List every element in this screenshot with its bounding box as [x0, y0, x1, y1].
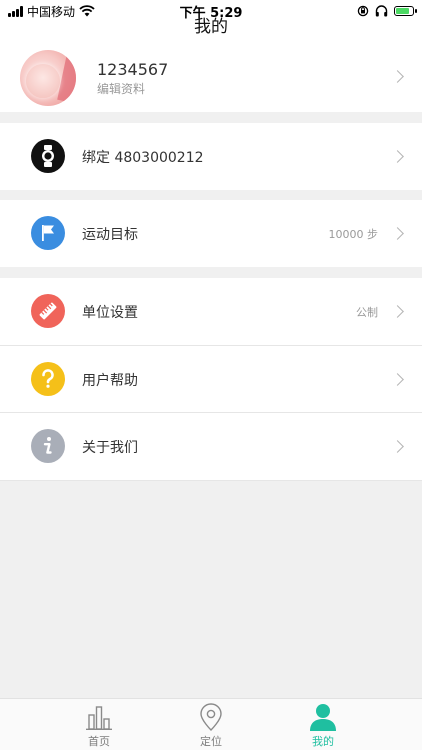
info-icon [31, 429, 65, 463]
unit-settings-label: 单位设置 [82, 305, 138, 321]
bar-chart-icon [86, 706, 112, 730]
bind-device-row[interactable]: 绑定 4803000212 [0, 123, 422, 190]
page-title: 我的 [194, 17, 228, 37]
chevron-right-icon [391, 440, 404, 453]
ruler-icon [31, 294, 65, 328]
chevron-right-icon [391, 305, 404, 318]
about-us-label: 关于我们 [82, 440, 138, 456]
user-icon [310, 704, 336, 731]
tab-bar: 首页 定位 我的 [0, 698, 422, 750]
user-help-row[interactable]: 用户帮助 [0, 346, 422, 413]
tab-mine-label: 我的 [312, 735, 334, 748]
chevron-right-icon [391, 227, 404, 240]
divider [0, 480, 422, 481]
user-help-label: 用户帮助 [82, 373, 138, 389]
tab-locate[interactable]: 定位 [166, 703, 256, 749]
profile-card[interactable]: 1234567 编辑资料 [0, 40, 422, 112]
tab-locate-label: 定位 [200, 735, 222, 748]
profile-user-id: 1234567 [97, 60, 169, 79]
sport-goal-value: 10000 步 [328, 228, 379, 241]
watch-icon [31, 139, 65, 173]
unit-settings-value: 公制 [356, 306, 378, 319]
unit-settings-row[interactable]: 单位设置 公制 [0, 278, 422, 345]
chevron-right-icon [391, 150, 404, 163]
chevron-right-icon [391, 373, 404, 386]
about-us-row[interactable]: 关于我们 [0, 413, 422, 480]
sport-goal-row[interactable]: 运动目标 10000 步 [0, 200, 422, 267]
question-icon [31, 362, 65, 396]
top-bar: 中国移动 下午 5:29 我的 [0, 0, 422, 40]
avatar[interactable] [20, 50, 76, 106]
bind-device-label: 绑定 4803000212 [82, 150, 204, 166]
tab-mine[interactable]: 我的 [278, 703, 368, 749]
flag-icon [31, 216, 65, 250]
profile-edit-label: 编辑资料 [97, 82, 146, 96]
location-pin-icon [200, 703, 222, 731]
page: 中国移动 下午 5:29 我的 1234567 编辑资料 绑定 48030002… [0, 0, 422, 750]
sport-goal-label: 运动目标 [82, 227, 138, 243]
tab-home[interactable]: 首页 [54, 703, 144, 749]
tab-home-label: 首页 [88, 735, 110, 748]
chevron-right-icon [391, 70, 404, 83]
